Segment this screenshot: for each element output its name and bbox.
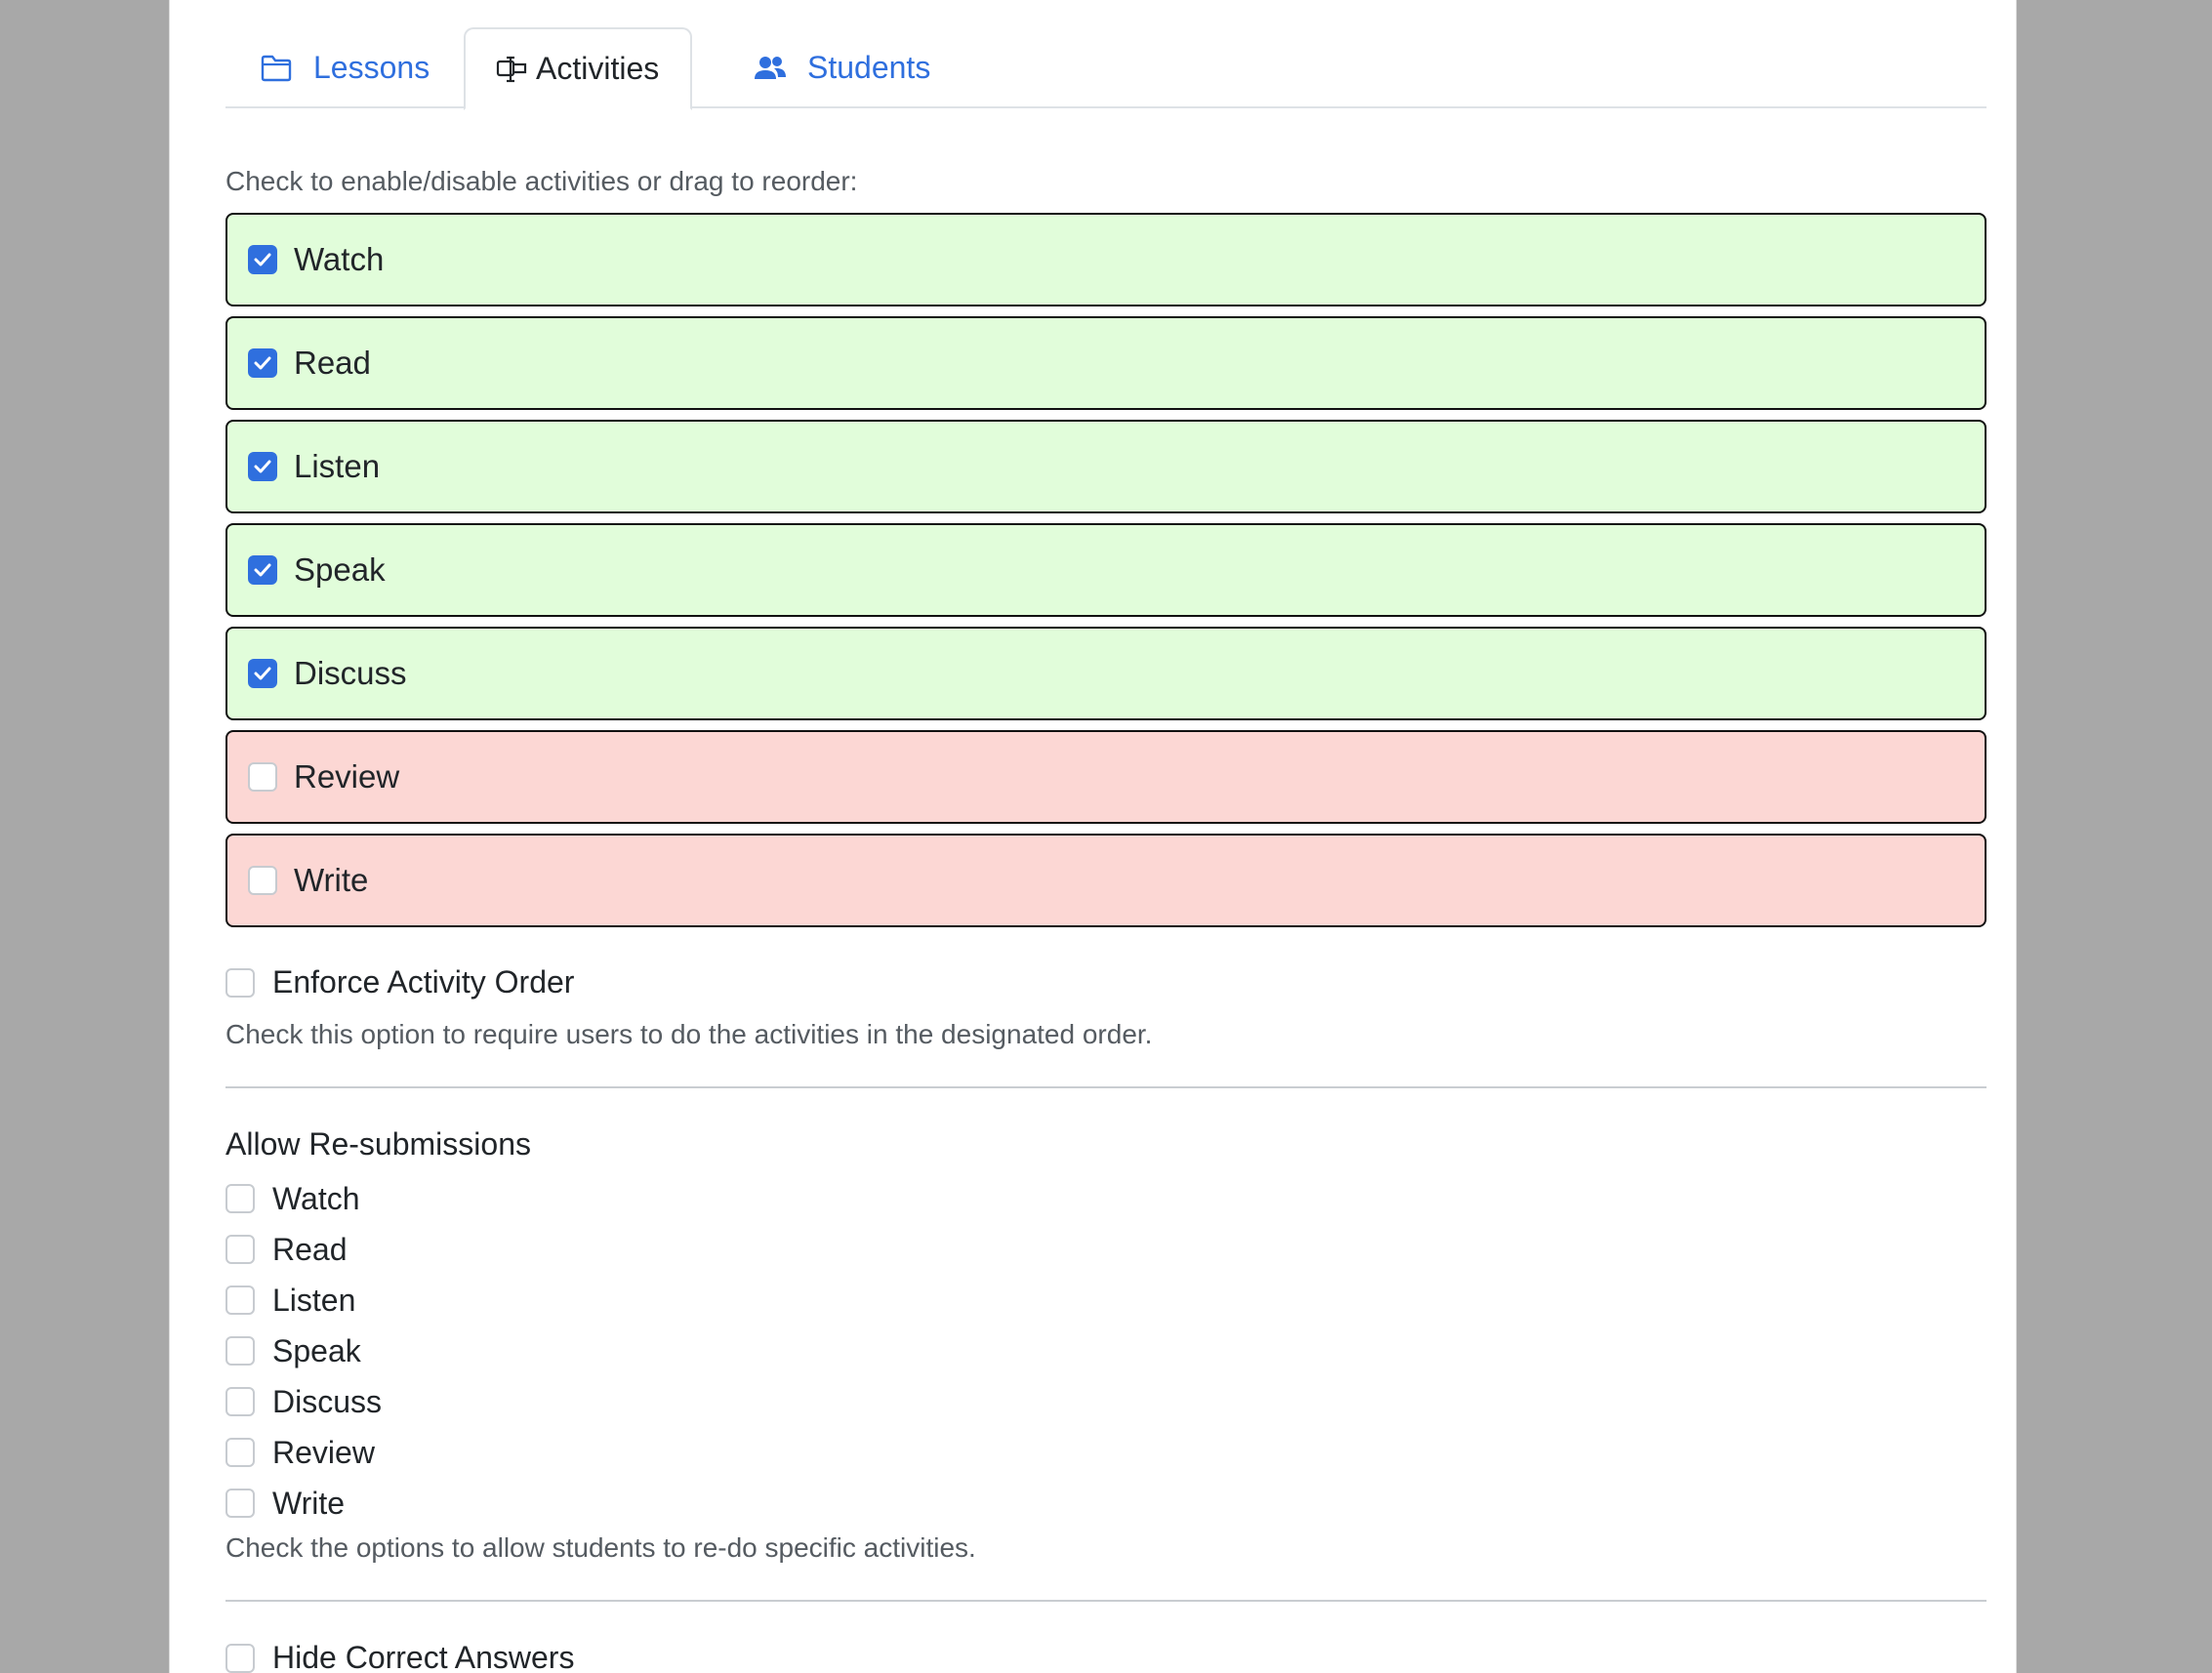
resubmission-checkbox-watch[interactable]: [225, 1184, 255, 1213]
check-icon: [254, 253, 271, 266]
hide-answers-checkbox[interactable]: [225, 1643, 255, 1673]
enforce-order-help: Check this option to require users to do…: [225, 1019, 1153, 1049]
hide-answers-option[interactable]: Hide Correct Answers: [225, 1640, 574, 1673]
resubmissions-help: Check the options to allow students to r…: [225, 1532, 976, 1563]
activities-icon: [495, 52, 530, 87]
activity-checkbox-listen[interactable]: [248, 452, 277, 481]
resubmission-option-read[interactable]: Read: [225, 1224, 382, 1275]
activity-label: Write: [294, 862, 369, 898]
resubmission-option-watch[interactable]: Watch: [225, 1173, 382, 1224]
resubmission-option-write[interactable]: Write: [225, 1478, 382, 1529]
resubmission-option-listen[interactable]: Listen: [225, 1275, 382, 1326]
activity-label: Read: [294, 345, 371, 381]
activity-checkbox-read[interactable]: [248, 348, 277, 378]
resubmission-option-discuss[interactable]: Discuss: [225, 1376, 382, 1427]
activity-list: Watch Read Listen Speak Discuss Review W…: [225, 213, 1987, 937]
resubmission-label: Speak: [272, 1332, 361, 1368]
resubmission-checkbox-read[interactable]: [225, 1235, 255, 1264]
tab-bar: Lessons Activities Students: [225, 27, 1987, 110]
check-icon: [254, 356, 271, 370]
resubmission-label: Listen: [272, 1282, 356, 1318]
resubmission-label: Watch: [272, 1180, 360, 1216]
activity-row-write[interactable]: Write: [225, 834, 1987, 927]
activity-row-listen[interactable]: Listen: [225, 420, 1987, 513]
section-divider: [225, 1086, 1987, 1088]
activity-label: Review: [294, 758, 400, 795]
resubmission-label: Review: [272, 1434, 375, 1470]
tab-activities[interactable]: Activities: [464, 27, 693, 110]
section-divider: [225, 1600, 1987, 1602]
enforce-order-checkbox[interactable]: [225, 967, 255, 998]
activity-row-watch[interactable]: Watch: [225, 213, 1987, 306]
tab-lessons[interactable]: Lessons: [229, 27, 459, 108]
enforce-order-option[interactable]: Enforce Activity Order: [225, 964, 574, 1000]
activity-label: Discuss: [294, 655, 407, 691]
activity-row-speak[interactable]: Speak: [225, 523, 1987, 617]
activity-label: Speak: [294, 551, 386, 588]
activity-row-discuss[interactable]: Discuss: [225, 627, 1987, 720]
resubmission-checkbox-discuss[interactable]: [225, 1387, 255, 1416]
activity-checkbox-speak[interactable]: [248, 555, 277, 585]
activities-instruction: Check to enable/disable activities or dr…: [225, 166, 858, 196]
activity-label: Listen: [294, 448, 381, 484]
folder-icon: [259, 51, 294, 86]
tab-lessons-label: Lessons: [313, 50, 430, 85]
resubmission-checkbox-review[interactable]: [225, 1438, 255, 1467]
check-icon: [254, 667, 271, 680]
resubmission-label: Write: [272, 1485, 346, 1521]
resubmission-label: Read: [272, 1231, 348, 1267]
resubmission-option-review[interactable]: Review: [225, 1427, 382, 1478]
check-icon: [254, 460, 271, 473]
resubmissions-list: Watch Read Listen Speak Discuss Review W…: [225, 1173, 382, 1529]
resubmission-checkbox-speak[interactable]: [225, 1336, 255, 1366]
enforce-order-label: Enforce Activity Order: [272, 964, 575, 1000]
activity-row-review[interactable]: Review: [225, 730, 1987, 824]
tab-students-label: Students: [807, 50, 931, 85]
resubmission-label: Discuss: [272, 1383, 383, 1419]
activity-checkbox-discuss[interactable]: [248, 659, 277, 688]
activity-checkbox-write[interactable]: [248, 866, 277, 895]
resubmissions-title: Allow Re-submissions: [225, 1126, 531, 1162]
activity-label: Watch: [294, 241, 385, 277]
activity-row-read[interactable]: Read: [225, 316, 1987, 410]
tab-students[interactable]: Students: [723, 27, 960, 108]
activity-checkbox-watch[interactable]: [248, 245, 277, 274]
resubmission-checkbox-write[interactable]: [225, 1489, 255, 1518]
users-icon: [753, 51, 788, 86]
page-panel: Lessons Activities Students Check to ena…: [169, 0, 2017, 1673]
resubmission-checkbox-listen[interactable]: [225, 1285, 255, 1315]
activity-checkbox-review[interactable]: [248, 762, 277, 792]
resubmission-option-speak[interactable]: Speak: [225, 1326, 382, 1376]
check-icon: [254, 563, 271, 577]
hide-answers-label: Hide Correct Answers: [272, 1640, 575, 1673]
tab-activities-label: Activities: [536, 51, 660, 86]
